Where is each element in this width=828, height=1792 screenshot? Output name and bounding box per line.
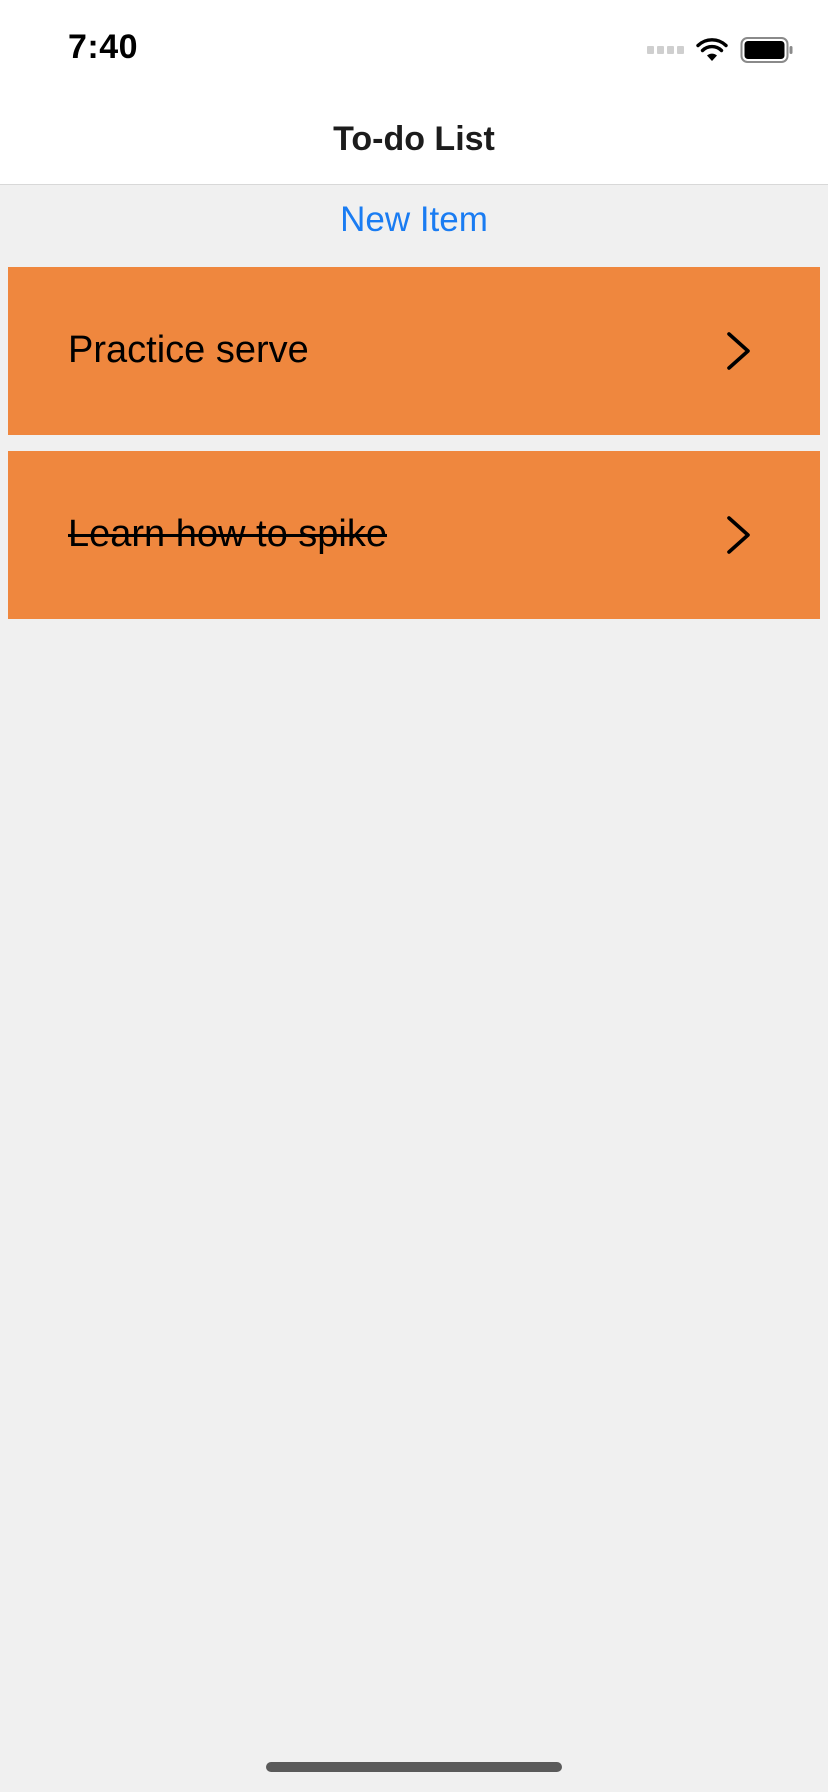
status-bar: 7:40 [0,0,828,96]
signal-dots-icon [647,46,684,54]
battery-icon [740,37,793,63]
chevron-right-icon [727,332,750,370]
status-icons [647,36,794,64]
home-indicator[interactable] [266,1762,562,1772]
new-item-button[interactable]: New Item [0,200,828,240]
todo-item[interactable]: Practice serve [8,267,820,435]
navigation-bar: To-do List [0,96,828,185]
wifi-icon [696,38,728,61]
todo-item-label: Practice serve [68,329,309,371]
todo-item[interactable]: Learn how to spike [8,451,820,619]
page-title: To-do List [333,120,495,158]
todo-item-label: Learn how to spike [68,513,387,555]
status-time: 7:40 [68,28,139,66]
chevron-right-icon [727,516,750,554]
